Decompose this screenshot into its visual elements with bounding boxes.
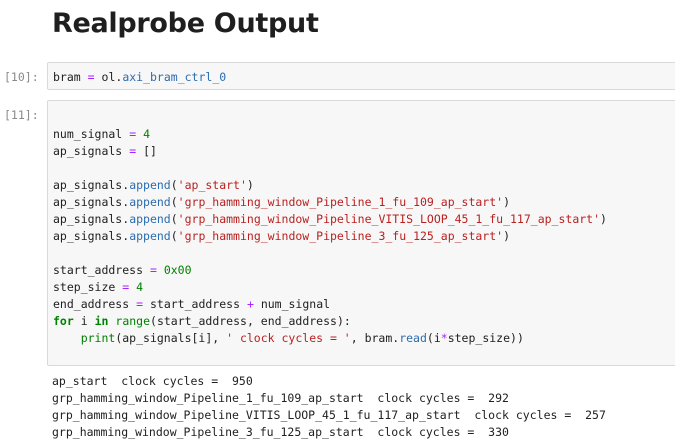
page-title: Realprobe Output (52, 8, 319, 39)
output-line: grp_hamming_window_Pipeline_VITIS_LOOP_4… (52, 408, 606, 422)
cell-output: ap_start clock cycles = 950 grp_hamming_w… (52, 373, 606, 441)
cell-prompt: [10]: (4, 70, 39, 84)
code-line: for i in range(start_address, end_addres… (53, 314, 351, 328)
cell-prompt: [11]: (4, 108, 39, 122)
code-line: start_address = 0x00 (53, 263, 192, 277)
output-line: ap_start clock cycles = 950 (52, 374, 253, 388)
code-cell-10[interactable]: bram = ol.axi_bram_ctrl_0 (47, 62, 675, 90)
code-line: num_signal = 4 (53, 127, 150, 141)
code-cell-11[interactable]: num_signal = 4 ap_signals = [] ap_signals.… (47, 100, 675, 366)
code-line: ap_signals.append('grp_hamming_window_Pi… (53, 195, 511, 209)
code-editor[interactable]: bram = ol.axi_bram_ctrl_0 (53, 69, 675, 86)
code-line: ap_signals.append('grp_hamming_window_Pi… (53, 229, 511, 243)
code-line: step_size = 4 (53, 280, 144, 294)
code-line: end_address = start_address + num_signal (53, 297, 331, 311)
code-line: ap_signals.append('grp_hamming_window_Pi… (53, 212, 607, 226)
code-editor[interactable]: num_signal = 4 ap_signals = [] ap_signals.… (53, 109, 675, 347)
output-line: grp_hamming_window_Pipeline_3_fu_125_ap_… (52, 425, 509, 439)
code-line: print(ap_signals[i], ' clock cycles = ',… (80, 331, 524, 345)
output-line: grp_hamming_window_Pipeline_1_fu_109_ap_… (52, 391, 509, 405)
code-line: ap_signals.append('ap_start') (53, 178, 254, 192)
code-line: bram = ol.axi_bram_ctrl_0 (53, 70, 227, 84)
code-line: ap_signals = [] (53, 144, 157, 158)
